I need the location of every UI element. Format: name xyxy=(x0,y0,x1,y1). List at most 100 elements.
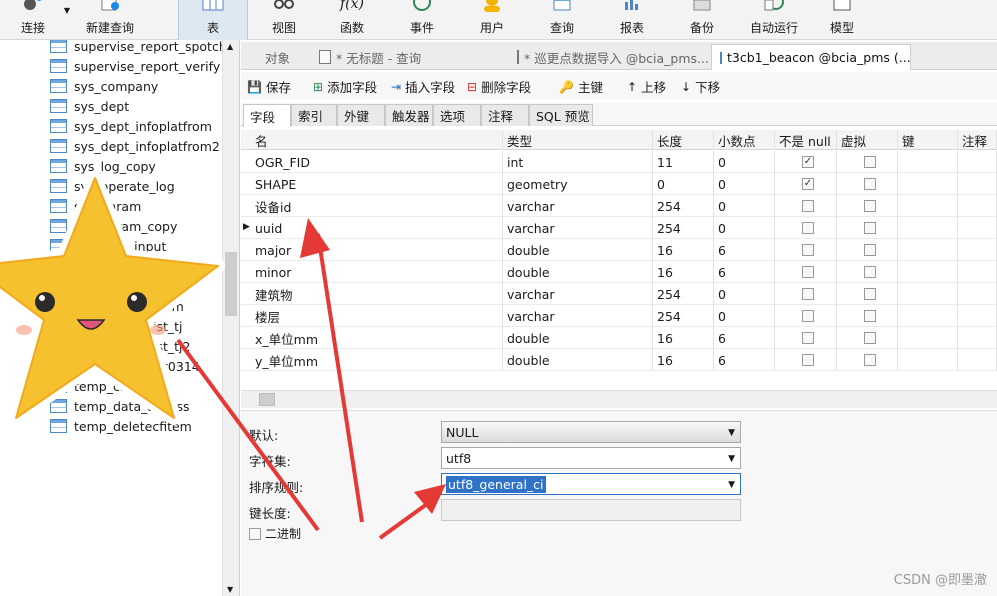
sidebar-table-item[interactable]: temp_changecolumn xyxy=(50,256,205,276)
cell-decimals[interactable]: 0 xyxy=(714,195,775,217)
sidebar-table-item[interactable]: sys_company xyxy=(50,76,158,96)
insert-field-button[interactable]: ⇥ 插入字段 xyxy=(391,77,455,96)
table-row[interactable]: 设备id varchar 254 0 xyxy=(241,195,997,217)
cell-comment[interactable] xyxy=(958,261,997,283)
object-tree[interactable]: supervise_report_spotche supervise_report… xyxy=(0,40,240,596)
cell-length[interactable]: 16 xyxy=(653,349,714,371)
not-null-checkbox[interactable] xyxy=(802,354,814,366)
cell-type[interactable]: double xyxy=(503,261,653,283)
cell-type[interactable]: varchar xyxy=(503,305,653,327)
cell-comment[interactable] xyxy=(958,173,997,195)
cell-decimals[interactable]: 0 xyxy=(714,151,775,173)
cell-name[interactable]: 建筑物 xyxy=(251,283,503,305)
tab-patrol-import[interactable]: * 巡更点数据导入 @bcia_pms... xyxy=(509,44,709,70)
cell-type[interactable]: int xyxy=(503,151,653,173)
tab-foreign-keys[interactable]: 外键 xyxy=(337,104,385,126)
cell-name[interactable]: uuid xyxy=(251,217,503,239)
not-null-checkbox[interactable]: ✓ xyxy=(802,178,814,190)
table-row[interactable]: 建筑物 varchar 254 0 xyxy=(241,283,997,305)
cell-length[interactable]: 254 xyxy=(653,305,714,327)
cell-type[interactable]: double xyxy=(503,349,653,371)
scroll-thumb[interactable] xyxy=(259,393,275,406)
cell-decimals[interactable]: 6 xyxy=(714,349,775,371)
table-row[interactable]: x_单位mm double 16 6 xyxy=(241,327,997,349)
cell-decimals[interactable]: 6 xyxy=(714,239,775,261)
scroll-thumb[interactable] xyxy=(225,252,237,316)
virtual-checkbox[interactable] xyxy=(864,178,876,190)
sidebar-table-item[interactable]: sys_operate_log xyxy=(50,176,175,196)
col-header-key[interactable]: 键 xyxy=(898,130,958,150)
sidebar-table-item[interactable]: temp_changefield xyxy=(50,276,186,296)
cell-name[interactable]: OGR_FID xyxy=(251,151,503,173)
cell-name[interactable]: minor xyxy=(251,261,503,283)
col-header-length[interactable]: 长度 xyxy=(653,130,714,150)
cell-comment[interactable] xyxy=(958,195,997,217)
table-row[interactable]: ▶ uuid varchar 254 0 xyxy=(241,217,997,239)
backup-button[interactable]: 备份 xyxy=(680,0,724,40)
tab-options[interactable]: 选项 xyxy=(433,104,481,126)
charset-select[interactable]: utf8 ▼ xyxy=(441,447,741,469)
table-row[interactable]: OGR_FID int 11 0 ✓ xyxy=(241,151,997,173)
cell-name[interactable]: 楼层 xyxy=(251,305,503,327)
not-null-checkbox[interactable] xyxy=(802,310,814,322)
cell-decimals[interactable]: 6 xyxy=(714,327,775,349)
col-header-type[interactable]: 类型 xyxy=(503,130,653,150)
cell-length[interactable]: 254 xyxy=(653,283,714,305)
cell-name[interactable]: x_单位mm xyxy=(251,327,503,349)
sidebar-table-item[interactable]: sys_user_input xyxy=(50,236,166,256)
cell-key[interactable] xyxy=(898,239,958,261)
primary-key-button[interactable]: 🔑 主键 xyxy=(559,77,603,96)
table-button[interactable]: 表 xyxy=(178,0,248,40)
sidebar-table-item[interactable]: temp_checklist0314 xyxy=(50,356,200,376)
cell-key[interactable] xyxy=(898,283,958,305)
table-row[interactable]: 楼层 varchar 254 0 xyxy=(241,305,997,327)
not-null-checkbox[interactable]: ✓ xyxy=(802,156,814,168)
cell-type[interactable]: double xyxy=(503,239,653,261)
virtual-checkbox[interactable] xyxy=(864,354,876,366)
cell-length[interactable]: 254 xyxy=(653,217,714,239)
function-button[interactable]: f(x) 函数 xyxy=(330,0,374,40)
cell-length[interactable]: 11 xyxy=(653,151,714,173)
cell-type[interactable]: geometry xyxy=(503,173,653,195)
sidebar-table-item[interactable]: sys_dept xyxy=(50,96,129,116)
default-select[interactable]: NULL ▼ xyxy=(441,421,741,443)
sidebar-table-item[interactable]: temp_deletecfitem xyxy=(50,416,192,436)
sidebar-table-item[interactable]: sys_log_copy xyxy=(50,156,156,176)
cell-comment[interactable] xyxy=(958,327,997,349)
virtual-checkbox[interactable] xyxy=(864,200,876,212)
save-button[interactable]: 💾 保存 xyxy=(247,77,291,96)
cell-decimals[interactable]: 0 xyxy=(714,173,775,195)
scroll-up-icon[interactable]: ▲ xyxy=(227,42,233,51)
not-null-checkbox[interactable] xyxy=(802,222,814,234)
cell-type[interactable]: double xyxy=(503,327,653,349)
connect-button[interactable]: 连接 xyxy=(10,0,56,40)
not-null-checkbox[interactable] xyxy=(802,288,814,300)
virtual-checkbox[interactable] xyxy=(864,332,876,344)
sidebar-table-item[interactable]: temp_checklist_tj xyxy=(50,316,183,336)
not-null-checkbox[interactable] xyxy=(802,266,814,278)
cell-length[interactable]: 16 xyxy=(653,261,714,283)
not-null-checkbox[interactable] xyxy=(802,332,814,344)
cell-decimals[interactable]: 0 xyxy=(714,283,775,305)
cell-key[interactable] xyxy=(898,173,958,195)
cell-length[interactable]: 16 xyxy=(653,239,714,261)
virtual-checkbox[interactable] xyxy=(864,288,876,300)
virtual-checkbox[interactable] xyxy=(864,244,876,256)
cell-key[interactable] xyxy=(898,217,958,239)
tab-fields[interactable]: 字段 xyxy=(243,104,291,127)
table-row[interactable]: SHAPE geometry 0 0 ✓ xyxy=(241,173,997,195)
sidebar-table-item[interactable]: sys_param_copy xyxy=(50,216,177,236)
user-button[interactable]: 用户 xyxy=(470,0,514,40)
model-button[interactable]: 模型 xyxy=(820,0,864,40)
cell-type[interactable]: varchar xyxy=(503,195,653,217)
query-button[interactable]: 查询 xyxy=(540,0,584,40)
scroll-down-icon[interactable]: ▼ xyxy=(227,585,233,594)
virtual-checkbox[interactable] xyxy=(864,310,876,322)
cell-key[interactable] xyxy=(898,305,958,327)
cell-decimals[interactable]: 0 xyxy=(714,217,775,239)
col-header-virtual[interactable]: 虚拟 xyxy=(837,130,898,150)
sidebar-table-item[interactable]: supervise_report_spotche xyxy=(50,40,234,56)
cell-name[interactable]: major xyxy=(251,239,503,261)
tab-objects[interactable]: 对象 xyxy=(257,44,317,70)
table-row[interactable]: y_单位mm double 16 6 xyxy=(241,349,997,371)
